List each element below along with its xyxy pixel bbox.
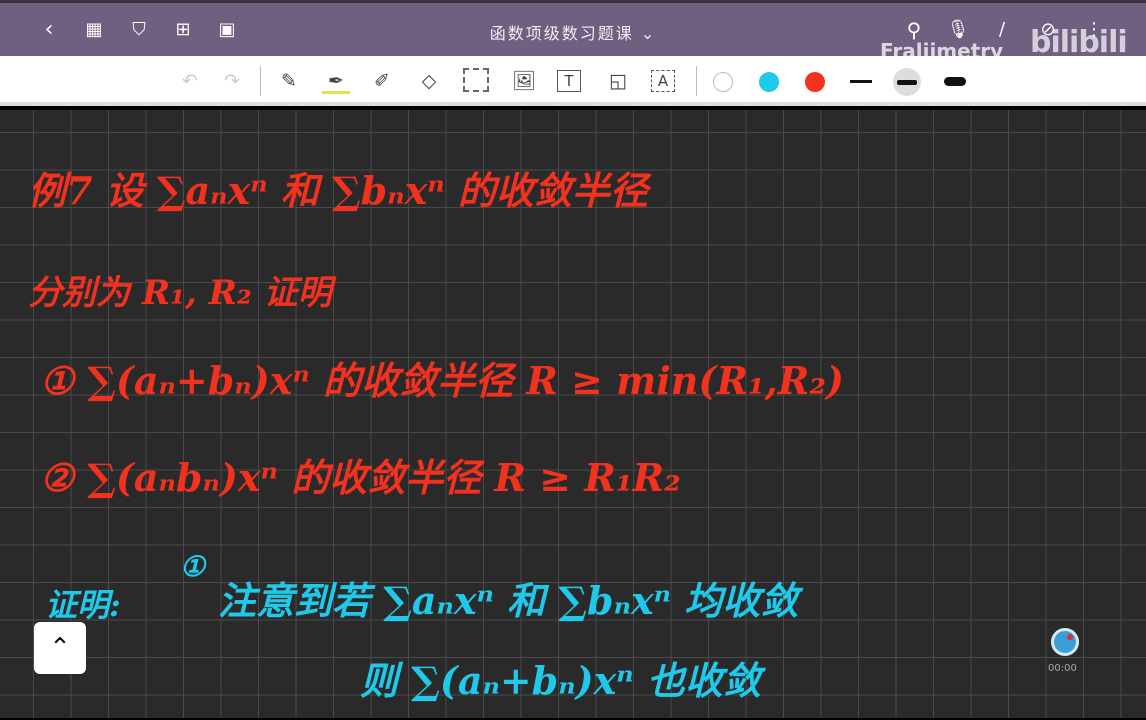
title-text: 函数项级数习题课 [489, 24, 634, 43]
chevron-up-icon: ⌃ [49, 633, 71, 663]
stroke-thin-option[interactable] [850, 80, 872, 83]
top-bar: ‹ ▦ ⛉ ⊞ ▣ 函数项级数习题课 ⌄ ⚲ 🎙 / ⊘ ⋮ Fraliimet… [0, 0, 1146, 63]
scroll-up-button[interactable]: ⌃ [34, 622, 86, 674]
marker-icon[interactable]: ✐ [368, 68, 396, 94]
handwritten-line: 注意到若 ∑aₙxⁿ 和 ∑bₙxⁿ 均收敛 [218, 578, 799, 623]
handwritten-line: 则 ∑(aₙ+bₙ)xⁿ 也收敛 [360, 658, 761, 703]
redo-icon[interactable]: ↷ [218, 68, 246, 94]
highlighter-icon[interactable]: ✒ [322, 68, 350, 94]
color-white-swatch[interactable] [713, 72, 733, 92]
bilibili-logo: bilibili [1030, 25, 1128, 60]
divider [696, 66, 697, 96]
stroke-medium-option[interactable] [893, 68, 921, 96]
lasso-select-icon[interactable] [463, 68, 489, 92]
recorder-button[interactable] [1051, 628, 1079, 656]
text-box-icon[interactable]: T [557, 70, 581, 92]
color-cyan-swatch[interactable] [759, 72, 779, 92]
chevron-down-icon: ⌄ [640, 24, 657, 43]
handwritten-line: ② ∑(aₙbₙ)xⁿ 的收敛半径 R ≥ R₁R₂ [40, 455, 681, 500]
handwritten-line: ① [180, 550, 206, 583]
pen-icon[interactable]: ✎ [275, 68, 303, 94]
handwritten-line: 分别为 R₁, R₂ 证明 [28, 273, 332, 313]
color-red-swatch[interactable] [805, 72, 825, 92]
shape-icon[interactable]: ◱ [604, 68, 632, 94]
drawing-toolbar: ↶ ↷ ✎ ✒ ✐ ◇ 🖼 T ◱ A [0, 56, 1146, 106]
handwritten-line: ① ∑(aₙ+bₙ)xⁿ 的收敛半径 R ≥ min(R₁,R₂) [40, 358, 845, 403]
handwritten-line: 证明: [45, 586, 121, 624]
eraser-icon[interactable]: ◇ [415, 68, 443, 94]
text-recognition-icon[interactable]: A [651, 70, 675, 92]
undo-icon[interactable]: ↶ [176, 68, 204, 94]
image-icon[interactable]: 🖼 [510, 68, 538, 94]
handwritten-line: 例7 设 ∑aₙxⁿ 和 ∑bₙxⁿ 的收敛半径 [28, 168, 648, 213]
recording-time: 00:00 [1048, 663, 1077, 674]
divider [260, 66, 261, 96]
stroke-thick-option[interactable] [944, 77, 966, 86]
